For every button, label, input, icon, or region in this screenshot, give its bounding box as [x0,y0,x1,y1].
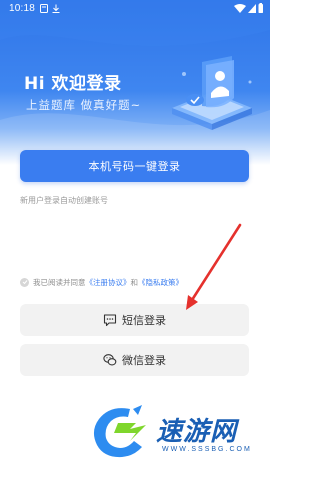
agreement-prefix: 我已阅读并同意 [33,277,86,287]
hero-banner: 10:18 Hi 欢迎登录 上益题库 做真好题~ [0,0,270,165]
sms-login-label: 短信登录 [122,314,166,327]
wechat-login-button[interactable]: 微信登录 [20,344,249,376]
user-badge-icon [202,56,234,108]
watermark-url: WWW.SSSBG.COM [162,446,252,453]
status-bar: 10:18 [0,0,270,18]
sms-login-button[interactable]: 短信登录 [20,304,249,336]
watermark-name: 速游网 [156,417,238,447]
signal-icon [248,4,256,13]
hero-title: Hi 欢迎登录 [24,74,122,94]
status-time: 10:18 [9,3,36,14]
notification-icon [40,4,48,13]
wechat-login-label: 微信登录 [122,354,166,367]
auto-register-note: 新用户登录自动创建账号 [20,196,108,205]
message-icon [103,314,117,327]
checkmark-icon [22,280,27,285]
hero-subtitle: 上益题库 做真好题~ [26,98,142,112]
terms-link[interactable]: 《注册协议》 [86,277,131,288]
site-watermark: 速游网 WWW.SSSBG.COM [90,403,265,463]
login-screen: 10:18 Hi 欢迎登录 上益题库 做真好题~ 本机号码一键登录 新用户登录自… [0,0,270,480]
wifi-icon [234,4,246,13]
check-icon [186,94,204,106]
wechat-icon [103,354,117,366]
download-icon [52,4,60,13]
agreement-row: 我已阅读并同意 《注册协议》 和 《隐私政策》 [20,275,183,289]
watermark-logo-icon [93,405,146,458]
account-illustration [172,56,252,130]
status-indicators [234,3,263,13]
battery-icon [258,3,263,13]
agreement-and: 和 [130,277,139,287]
privacy-link[interactable]: 《隐私政策》 [138,277,183,288]
one-click-login-button[interactable]: 本机号码一键登录 [20,150,249,182]
agreement-checkbox[interactable] [20,277,29,287]
